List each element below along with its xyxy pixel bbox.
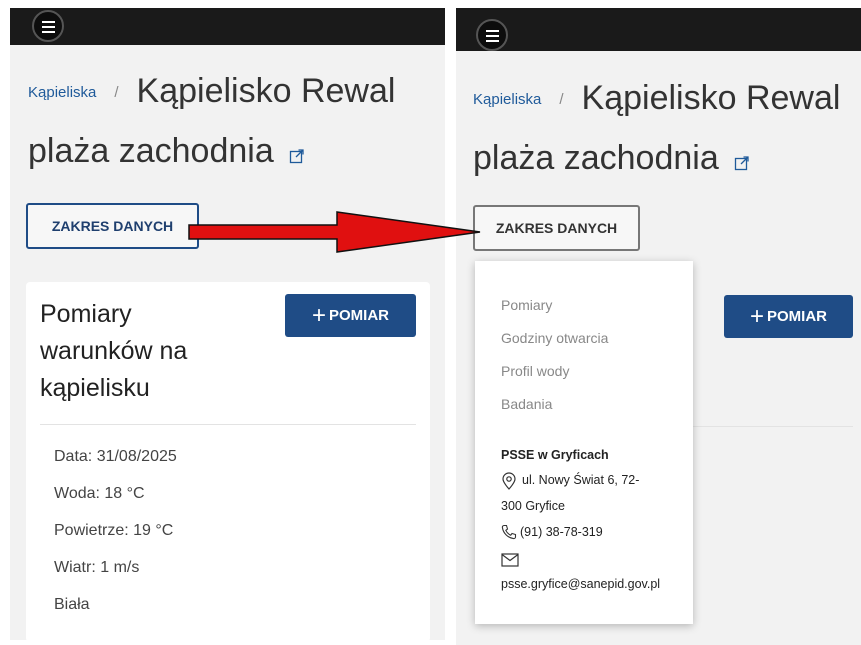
red-arrow-shape: [188, 211, 481, 253]
red-arrow-annotation: [188, 211, 481, 253]
